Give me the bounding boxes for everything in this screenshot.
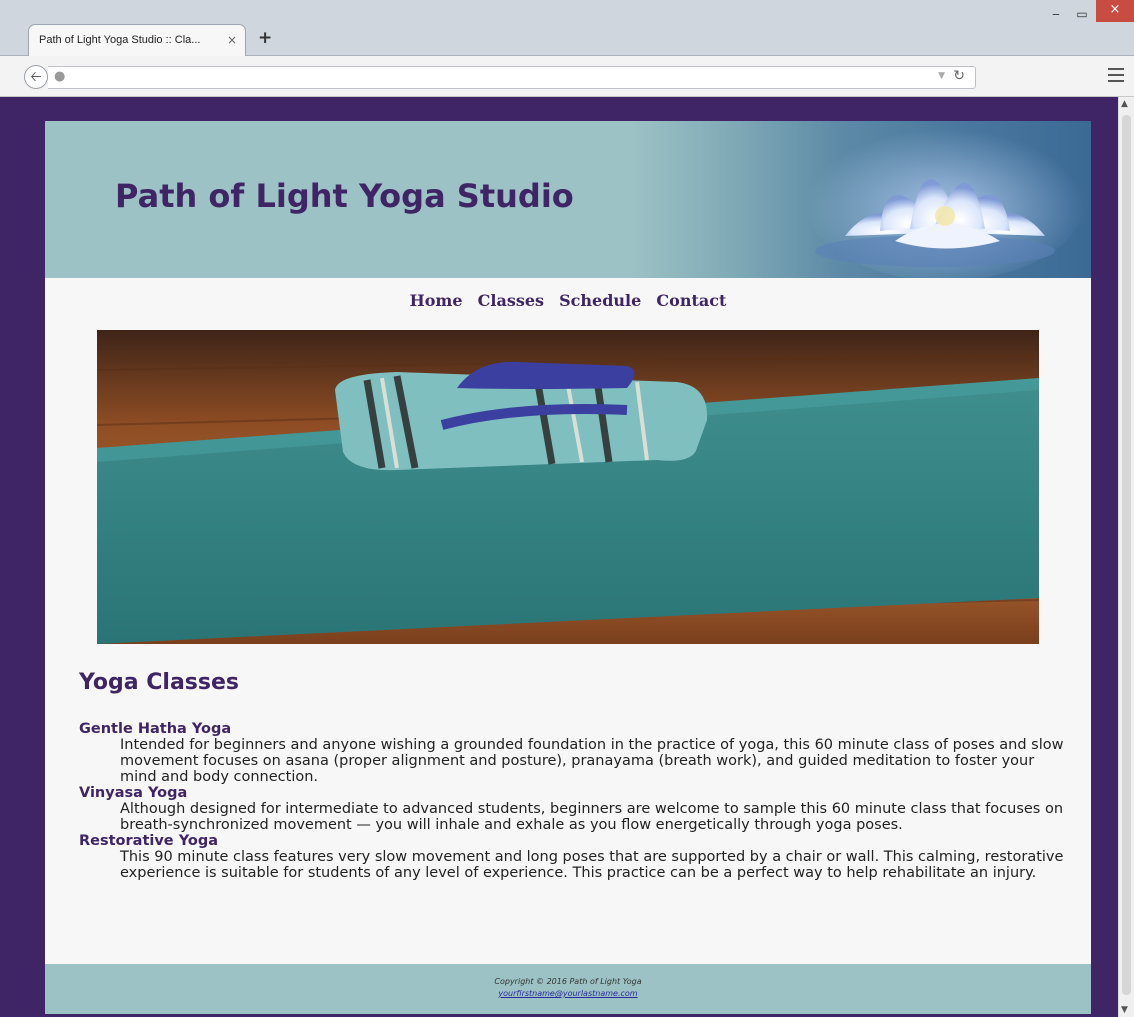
- browser-chrome: Path of Light Yoga Studio :: Cla... × + …: [0, 0, 1134, 97]
- class-description: Intended for beginners and anyone wishin…: [120, 737, 1064, 785]
- back-arrow-icon[interactable]: 🡠: [24, 65, 48, 89]
- nav-link-classes[interactable]: Classes: [478, 291, 544, 310]
- class-name: Vinyasa Yoga: [79, 785, 188, 801]
- address-bar[interactable]: ● ▼ ↻: [48, 66, 976, 89]
- browser-tab[interactable]: Path of Light Yoga Studio :: Cla... ×: [28, 24, 246, 57]
- email-link[interactable]: yourfirstname@yourlastname.com: [45, 989, 1091, 998]
- nav-link-home[interactable]: Home: [410, 291, 463, 310]
- tab-title: Path of Light Yoga Studio :: Cla...: [39, 34, 201, 46]
- navigation-toolbar: 🡠 ● ▼ ↻: [0, 56, 1134, 97]
- class-name: Gentle Hatha Yoga: [79, 721, 232, 737]
- scroll-up-arrow-icon[interactable]: ▲: [1121, 99, 1128, 109]
- class-description: Although designed for intermediate to ad…: [120, 801, 1064, 833]
- vertical-scrollbar[interactable]: ▲ ▼: [1118, 97, 1134, 1017]
- class-name: Restorative Yoga: [79, 833, 218, 849]
- dropdown-arrow-icon[interactable]: ▼: [938, 71, 945, 81]
- scroll-down-arrow-icon[interactable]: ▼: [1121, 1005, 1128, 1015]
- yoga-mat-hero-image: [97, 330, 1039, 644]
- copyright-text: Copyright © 2016 Path of Light Yoga: [494, 977, 642, 986]
- lotus-flower-image: [805, 121, 1085, 278]
- site-navigation: Home Classes Schedule Contact: [45, 291, 1091, 310]
- site-title: Path of Light Yoga Studio: [115, 177, 574, 215]
- window-close-icon[interactable]: ×: [1096, 0, 1134, 22]
- nav-link-schedule[interactable]: Schedule: [559, 291, 641, 310]
- scrollbar-thumb[interactable]: [1122, 115, 1131, 995]
- page-wrapper: Path of Light Yoga Studio Home Classes S…: [45, 121, 1091, 1014]
- reload-icon[interactable]: ↻: [953, 68, 965, 84]
- hamburger-menu-icon[interactable]: [1106, 64, 1126, 88]
- site-header: Path of Light Yoga Studio: [45, 121, 1091, 278]
- url-input[interactable]: [74, 69, 918, 88]
- tab-strip: Path of Light Yoga Studio :: Cla... × + …: [0, 0, 1134, 57]
- minimize-icon[interactable]: ‒: [1044, 6, 1068, 22]
- page-heading: Yoga Classes: [79, 670, 240, 695]
- class-list: Gentle Hatha Yoga Intended for beginners…: [79, 721, 1065, 881]
- class-description: This 90 minute class features very slow …: [120, 849, 1064, 881]
- nav-link-contact[interactable]: Contact: [656, 291, 726, 310]
- new-tab-icon[interactable]: +: [258, 28, 272, 48]
- maximize-icon[interactable]: ▭: [1070, 6, 1094, 22]
- page-viewport: Path of Light Yoga Studio Home Classes S…: [0, 97, 1118, 1017]
- tab-close-icon[interactable]: ×: [227, 33, 237, 47]
- site-footer: Copyright © 2016 Path of Light Yoga your…: [45, 964, 1091, 1014]
- globe-icon: ●: [54, 69, 66, 84]
